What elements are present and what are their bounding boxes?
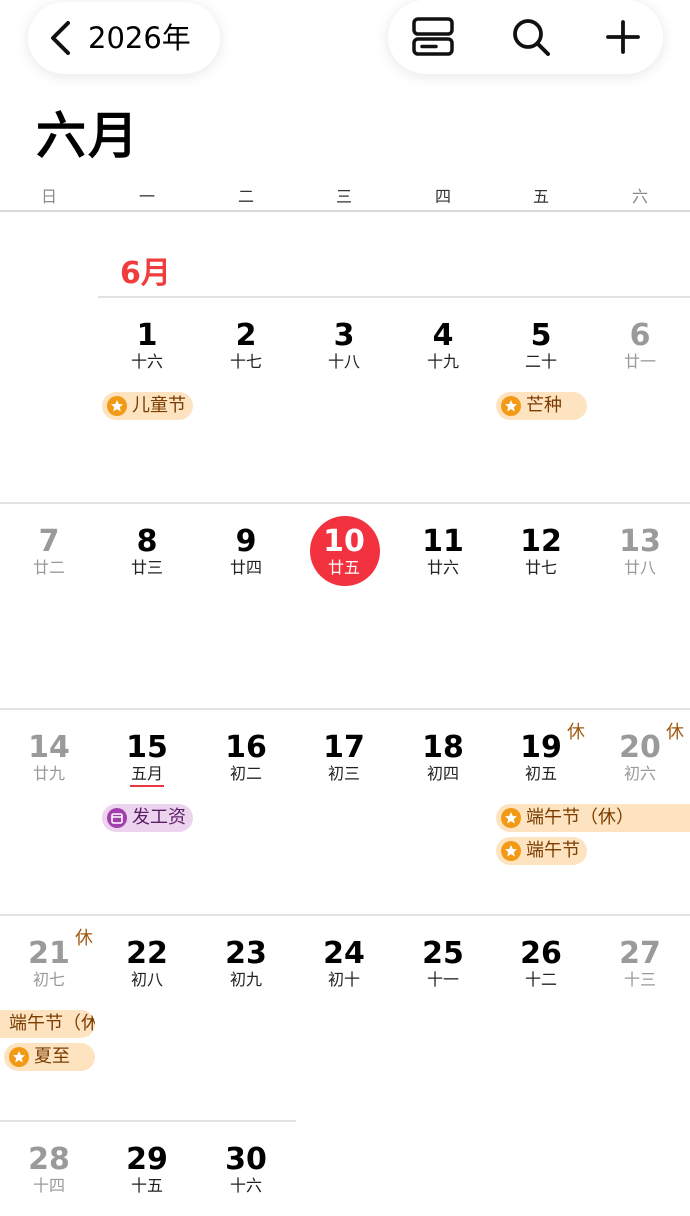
star-icon	[9, 1047, 29, 1067]
day-cell[interactable]: 3 十八	[295, 318, 393, 372]
day-cell[interactable]: 26 十二	[492, 936, 590, 990]
day-cell[interactable]: 4 十九	[394, 318, 492, 372]
weekday-sat: 六	[631, 187, 648, 206]
search-icon	[513, 19, 550, 56]
weekday-wed: 三	[335, 187, 352, 206]
year-label: 2026年	[88, 21, 191, 55]
row-divider	[0, 914, 690, 916]
star-icon	[107, 396, 127, 416]
star-icon	[501, 841, 521, 861]
day-cell[interactable]: 24 初十	[295, 936, 393, 990]
day-cell[interactable]: 8 廿三	[98, 524, 196, 578]
rest-day-badge: 休	[75, 928, 93, 949]
star-icon	[501, 396, 521, 416]
search-button[interactable]	[508, 14, 554, 60]
event-dragon-boat-holiday[interactable]: 端午节（休）	[496, 804, 690, 832]
lunar-month-start-underline	[130, 785, 164, 787]
rest-day-badge: 休	[666, 722, 684, 743]
day-cell[interactable]: 6 廿一	[591, 318, 689, 372]
header-divider	[0, 210, 690, 212]
day-cell[interactable]: 7 廿二	[0, 524, 98, 578]
view-mode-button[interactable]	[410, 14, 456, 60]
day-cell[interactable]: 11 廿六	[394, 524, 492, 578]
event-dragon-boat-holiday-continued[interactable]: 端午节（休	[0, 1010, 95, 1038]
month-title: 六月	[36, 107, 140, 165]
day-cell[interactable]: 17 初三	[295, 730, 393, 784]
day-cell[interactable]: 30 十六	[197, 1142, 295, 1196]
weekday-header: 日 一 二 三 四 五 六	[0, 186, 690, 210]
event-payday[interactable]: 发工资	[102, 804, 193, 832]
day-cell[interactable]: 5 二十	[492, 318, 590, 372]
day-cell[interactable]: 9 廿四	[197, 524, 295, 578]
day-cell[interactable]: 18 初四	[394, 730, 492, 784]
weekday-tue: 二	[237, 187, 254, 206]
day-cell[interactable]: 28 十四	[0, 1142, 98, 1196]
day-cell[interactable]: 2 十七	[197, 318, 295, 372]
day-cell[interactable]: 13 廿八	[591, 524, 689, 578]
plus-icon	[606, 20, 640, 54]
day-cell[interactable]: 25 十一	[394, 936, 492, 990]
calendar-icon	[107, 808, 127, 828]
day-cell[interactable]: 23 初九	[197, 936, 295, 990]
day-cell[interactable]: 14 廿九	[0, 730, 98, 784]
event-childrens-day[interactable]: 儿童节	[102, 392, 193, 420]
day-cell[interactable]: 12 廿七	[492, 524, 590, 578]
row-divider	[0, 708, 690, 710]
day-cell[interactable]: 27 十三	[591, 936, 689, 990]
weekday-thu: 四	[434, 187, 451, 206]
back-to-year-button[interactable]: 2026年	[28, 2, 220, 74]
event-dragon-boat[interactable]: 端午节	[496, 837, 587, 865]
rest-day-badge: 休	[567, 722, 585, 743]
toolbar	[388, 0, 663, 74]
chevron-left-icon	[51, 21, 70, 55]
row-divider	[0, 1120, 296, 1122]
row-divider	[0, 502, 690, 504]
list-view-icon	[412, 17, 454, 56]
day-cell[interactable]: 15 五月	[98, 730, 196, 784]
day-cell[interactable]: 29 十五	[98, 1142, 196, 1196]
star-icon	[501, 808, 521, 828]
weekday-sun: 日	[40, 187, 57, 206]
event-mangzhong[interactable]: 芒种	[496, 392, 587, 420]
day-cell[interactable]: 1 十六	[98, 318, 196, 372]
day-cell-today[interactable]: 10 廿五	[295, 524, 393, 578]
month-section-label: 6月	[120, 256, 171, 291]
add-event-button[interactable]	[600, 14, 646, 60]
weekday-mon: 一	[138, 187, 155, 206]
day-cell[interactable]: 16 初二	[197, 730, 295, 784]
row-divider	[98, 296, 690, 298]
weekday-fri: 五	[532, 187, 549, 206]
day-cell[interactable]: 22 初八	[98, 936, 196, 990]
event-summer-solstice[interactable]: 夏至	[4, 1043, 95, 1071]
